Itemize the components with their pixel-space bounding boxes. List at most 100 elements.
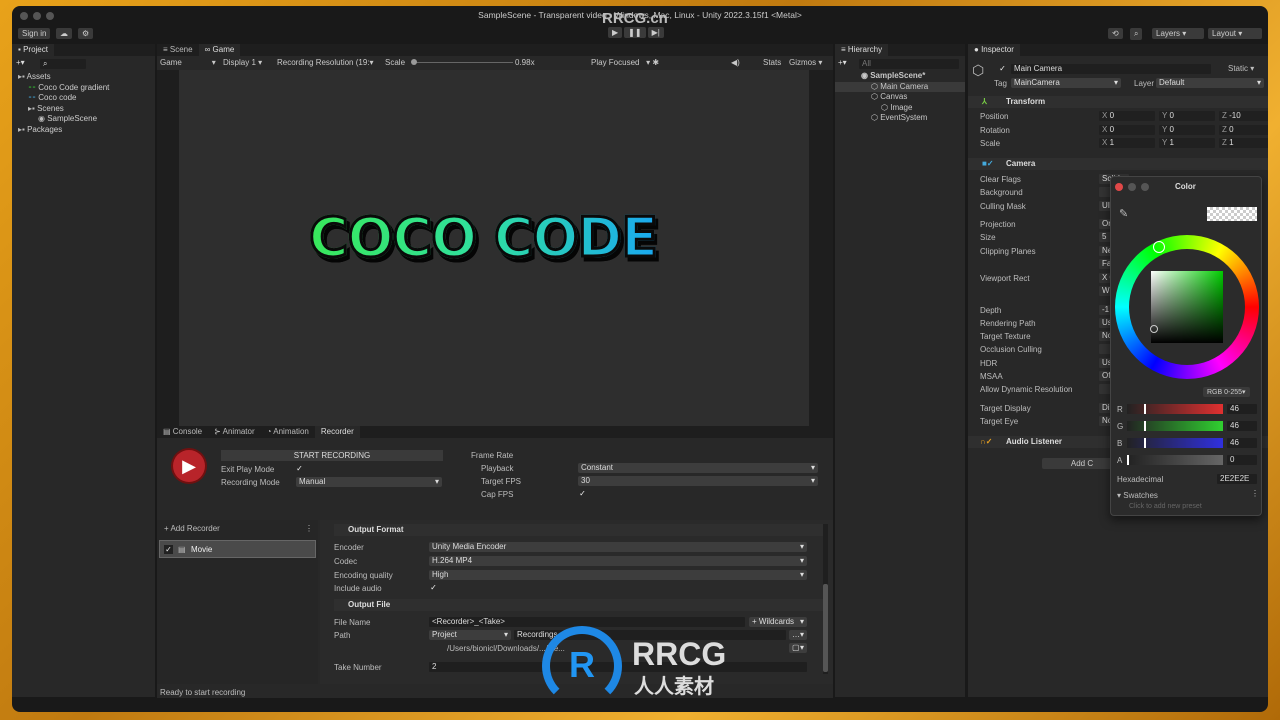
output-format-header[interactable]: Output Format [334,524,824,536]
encoder-dropdown[interactable]: Unity Media Encoder [429,542,807,552]
tab-inspector[interactable]: ● Inspector [968,44,1020,56]
stats-button[interactable]: Stats [763,58,781,67]
add-icon[interactable]: +▾ [838,58,847,67]
tag-dropdown[interactable]: MainCamera [1011,78,1121,88]
channel-b-input[interactable]: 46 [1227,438,1257,448]
hue-wheel[interactable] [1115,235,1259,379]
sv-handle[interactable] [1150,325,1158,333]
playback-dropdown[interactable]: Constant [578,463,818,473]
history-icon[interactable]: ⟲ [1108,28,1123,39]
record-button[interactable]: ▶ [173,450,205,482]
swatches-menu-icon[interactable]: ⋮ [1251,489,1259,498]
channel-r-input[interactable]: 46 [1227,404,1257,414]
transform-position-x[interactable]: X 0 [1099,111,1155,121]
zoom-button[interactable] [1141,183,1149,191]
hierarchy-search-input[interactable]: All [859,59,959,69]
transform-rotation-x[interactable]: X 0 [1099,124,1155,135]
channel-g-slider[interactable] [1127,421,1223,431]
scale-slider-handle[interactable] [411,59,417,65]
layer-dropdown[interactable]: Default [1156,78,1264,88]
add-icon[interactable]: +▾ [16,58,25,67]
hierarchy-item[interactable]: ⬡ Main Camera [835,81,965,92]
scale-slider[interactable] [413,62,513,63]
tab-animator[interactable]: ⊱ Animator [208,426,261,438]
project-item[interactable]: ▸▪ Packages [18,125,109,136]
hierarchy-item[interactable]: ⬡ Canvas [835,92,965,103]
transform-rotation-z[interactable]: Z 0 [1219,124,1268,135]
open-folder-icon[interactable]: ▢ [789,643,807,653]
play-icon[interactable]: ▶ [608,27,623,38]
channel-b-slider[interactable] [1127,438,1223,448]
hierarchy-item[interactable]: ◉ SampleScene* [835,71,965,82]
wildcards-dropdown[interactable]: + Wildcards [749,617,807,627]
path-root-dropdown[interactable]: Project [429,630,511,640]
eyedropper-icon[interactable]: ✎ [1119,207,1128,220]
project-item[interactable]: ▸▪ Assets [18,72,109,83]
codec-dropdown[interactable]: H.264 MP4 [429,556,807,566]
tab-project[interactable]: ▪ Project [12,44,54,56]
include-audio-checkbox[interactable]: ✓ [429,583,438,592]
transform-rotation-y[interactable]: Y 0 [1159,124,1215,135]
add-recorder-button[interactable]: + Add Recorder [164,524,220,533]
channel-a-slider[interactable] [1127,455,1223,465]
hex-input[interactable]: 2E2E2E [1217,474,1257,484]
pause-icon[interactable]: ❚❚ [624,27,646,38]
active-checkbox[interactable]: ✓ [998,64,1007,73]
color-mode-dropdown[interactable]: RGB 0-255▾ [1203,387,1250,397]
channel-r-slider[interactable] [1127,404,1223,414]
movie-checkbox[interactable]: ✓ [164,545,173,554]
layers-dropdown[interactable]: Layers ▾ [1152,28,1204,39]
sign-in-button[interactable]: Sign in [18,28,51,39]
channel-a-input[interactable]: 0 [1227,455,1257,465]
more-icon[interactable]: ⋮ [305,524,313,533]
project-search-input[interactable]: ⌕ [40,59,86,69]
tab-hierarchy[interactable]: ≡ Hierarchy [835,44,889,56]
game-viewport[interactable]: COCO CODE [179,70,809,426]
gizmos-dropdown[interactable]: Gizmos ▾ [789,58,822,67]
tab-game[interactable]: ∞ Game [198,44,241,56]
camera-header[interactable]: Camera ■✓ [968,158,1268,170]
encoding-quality-dropdown[interactable]: High [429,570,807,580]
tab-scene[interactable]: ≡ Scene [157,44,199,56]
output-file-header[interactable]: Output File [334,599,824,611]
mute-icon[interactable]: ◀) [731,58,740,67]
recording-mode-dropdown[interactable]: Manual [296,477,442,487]
display-mode-dropdown[interactable]: Game ▾ [160,58,216,67]
cap-fps-checkbox[interactable]: ✓ [578,489,587,498]
hierarchy-item[interactable]: ⬡ Image [835,103,965,114]
recorder-item-movie[interactable]: ✓ ▤ Movie [159,540,316,558]
search-icon[interactable]: ⌕ [1130,28,1143,40]
transform-scale-x[interactable]: X 1 [1099,138,1155,148]
slider-handle[interactable] [1144,421,1146,431]
object-name-input[interactable]: Main Camera [1011,64,1211,74]
hue-handle[interactable] [1153,241,1165,253]
transform-position-z[interactable]: Z -10 [1219,111,1268,121]
browse-button[interactable]: … [789,630,807,640]
channel-g-input[interactable]: 46 [1227,421,1257,431]
cloud-icon[interactable]: ☁ [56,28,72,39]
exit-play-mode-checkbox[interactable]: ✓ [295,464,304,473]
play-focused-dropdown[interactable]: Play Focused ▾ ✱ [591,58,659,67]
slider-handle[interactable] [1144,438,1146,448]
settings-icon[interactable]: ⚙ [78,28,94,39]
hierarchy-item[interactable]: ⬡ EventSystem [835,113,965,124]
display-dropdown[interactable]: Display 1 ▾ [223,58,262,67]
saturation-value-square[interactable] [1151,271,1223,343]
minimize-button[interactable] [1128,183,1136,191]
slider-handle[interactable] [1127,455,1129,465]
step-icon[interactable]: ▶| [647,27,664,38]
swatches-header[interactable]: ▾ Swatches [1117,491,1158,500]
resolution-dropdown[interactable]: Recording Resolution (19:▾ [277,58,374,67]
project-item[interactable]: ⁃⁃ Coco Code gradient [18,83,109,94]
slider-handle[interactable] [1144,404,1146,414]
transform-scale-z[interactable]: Z 1 [1219,138,1268,148]
target-fps-dropdown[interactable]: 30 [578,476,818,486]
transform-position-y[interactable]: Y 0 [1159,111,1215,121]
project-item[interactable]: ⁃⁃ Coco code [18,93,109,104]
project-item[interactable]: ▸▪ Scenes [18,104,109,115]
transform-scale-y[interactable]: Y 1 [1159,138,1215,148]
transform-header[interactable]: Transform ⅄ [968,96,1268,108]
static-toggle[interactable]: Static ▾ [1228,64,1254,73]
start-recording-button[interactable]: START RECORDING [221,450,443,461]
project-item[interactable]: ◉ SampleScene [18,114,109,125]
